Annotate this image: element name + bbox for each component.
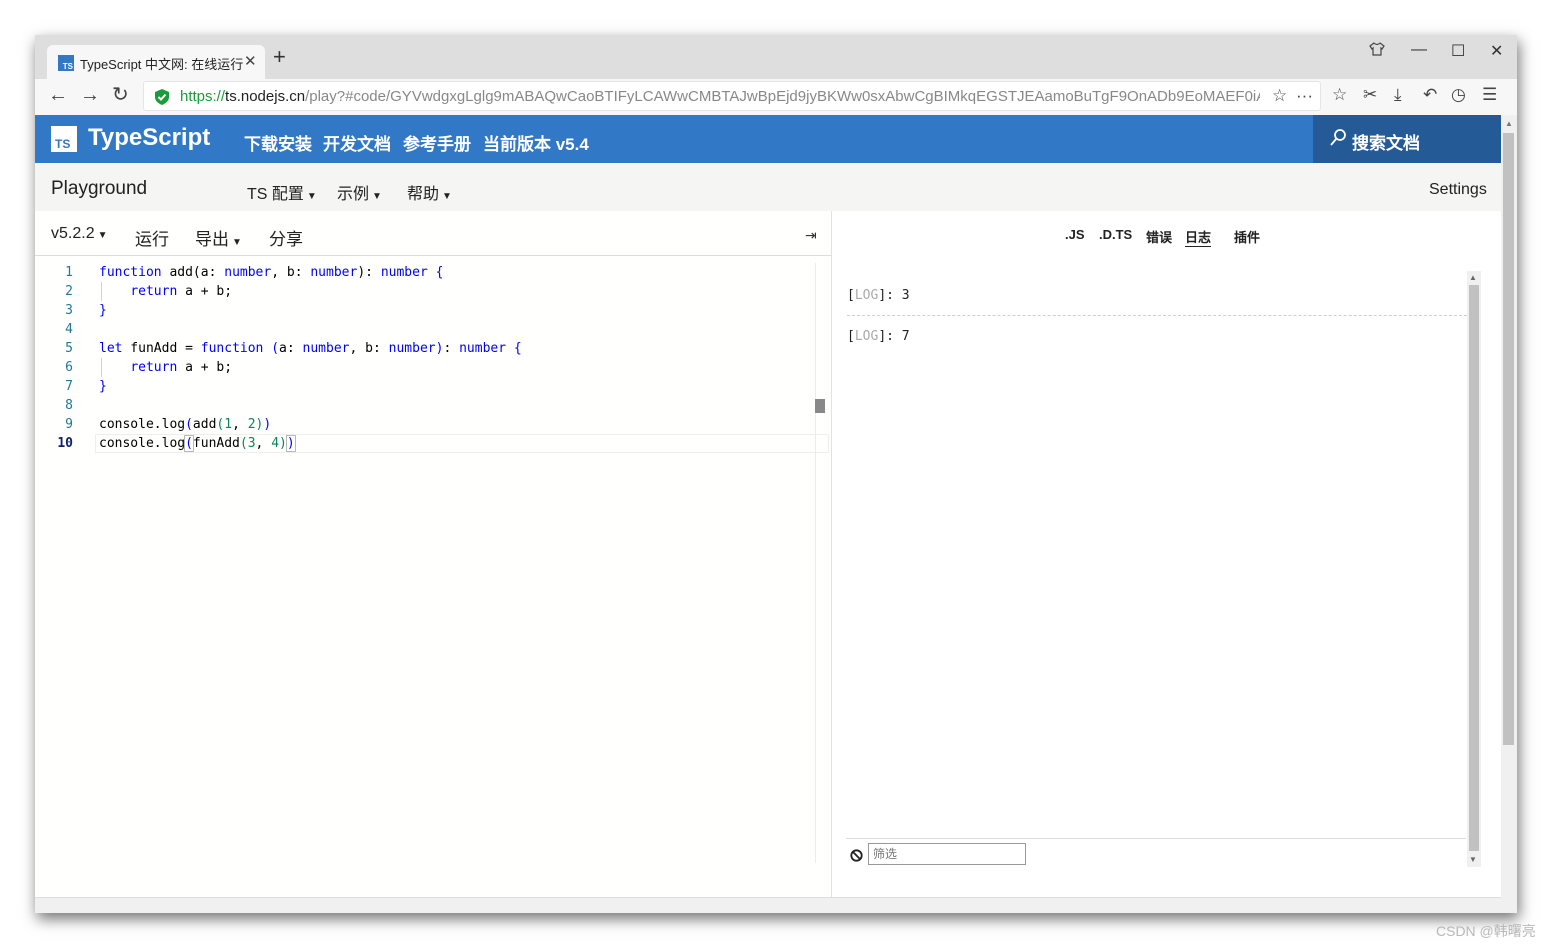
settings-link[interactable]: Settings: [1429, 181, 1487, 199]
nav-download[interactable]: 下载安装: [244, 130, 312, 155]
code-line: 5 let funAdd = function (a: number, b: nu…: [65, 341, 522, 356]
collapse-sidebar-icon[interactable]: ⇥: [805, 227, 817, 244]
help-menu[interactable]: 帮助 ▼: [407, 180, 452, 204]
code-line: 2 return a + b;: [65, 284, 233, 299]
log-separator: [847, 315, 1467, 316]
code-line: 6 return a + b;: [65, 360, 233, 375]
scroll-up-icon: ▲: [1469, 273, 1477, 282]
secure-shield-icon[interactable]: [154, 88, 170, 111]
output-pane: .JS .D.TS 错误 日志 插件 [LOG]: 3 [LOG]: 7 ▲ ▼: [832, 211, 1501, 913]
address-bar[interactable]: https://ts.nodejs.cn/play?#code/GYVwdgxg…: [143, 81, 1321, 111]
caret-down-icon: ▼: [372, 191, 382, 202]
bookmark-star-icon[interactable]: ☆: [1272, 86, 1287, 106]
navigation-bar: ← → ↻ https://ts.nodejs.cn/play?#code/GY…: [35, 79, 1517, 115]
search-icon: [1329, 128, 1347, 153]
ts-config-menu[interactable]: TS 配置 ▼: [247, 180, 317, 204]
caret-down-icon: ▼: [306, 191, 317, 202]
run-button[interactable]: 运行: [135, 225, 169, 250]
scrollbar-thumb: [1469, 285, 1479, 851]
scrollbar-thumb: [1503, 133, 1514, 745]
minimize-icon[interactable]: —: [1411, 41, 1427, 59]
new-tab-icon[interactable]: +: [273, 46, 286, 68]
code-line: 10 console.log(funAdd(3, 4)): [57, 435, 296, 452]
url-text[interactable]: https://ts.nodejs.cn/play?#code/GYVwdgxg…: [180, 88, 1260, 105]
menu-icon[interactable]: ☰: [1482, 85, 1497, 105]
search-label: 搜索文档: [1352, 134, 1420, 153]
maximize-icon[interactable]: ☐: [1451, 41, 1465, 61]
playground-title: Playground: [51, 178, 148, 199]
browser-tab[interactable]: TS TypeScript 中文网: 在线运行 ✕: [47, 45, 265, 79]
tab-plugins[interactable]: 插件: [1234, 227, 1260, 246]
typescript-favicon-icon: TS: [58, 55, 74, 71]
code-editor-pane: v5.2.2 ▼ 运行 导出 ▼ 分享 ⇥ 1 function add(a: num…: [35, 211, 832, 913]
code-line: 9 console.log(add(1, 2)): [65, 417, 272, 432]
ts-logo-icon[interactable]: TS: [51, 126, 77, 152]
editor-overview-ruler[interactable]: [815, 263, 830, 863]
reload-icon[interactable]: ↻: [112, 85, 129, 105]
back-icon[interactable]: ←: [48, 85, 68, 105]
share-button[interactable]: 分享: [269, 225, 303, 250]
scroll-up-icon: ▲: [1505, 119, 1513, 128]
shirt-skin-icon[interactable]: [1369, 41, 1385, 62]
code-line: 1 function add(a: number, b: number): num…: [65, 265, 444, 280]
scroll-down-icon: ▼: [1469, 855, 1477, 864]
playground-bar: Playground TS 配置 ▼ 示例 ▼ 帮助 ▼ Settings: [35, 163, 1501, 211]
download-icon[interactable]: ⤓: [1394, 85, 1402, 105]
site-brand[interactable]: TypeScript: [88, 124, 210, 152]
examples-menu[interactable]: 示例 ▼: [337, 180, 382, 204]
clear-logs-icon[interactable]: [850, 849, 863, 867]
caret-down-icon: ▼: [97, 230, 108, 241]
log-entry: [LOG]: 7: [847, 329, 910, 344]
page-horizontal-scrollbar[interactable]: [35, 897, 1501, 913]
more-options-icon[interactable]: ···: [1296, 86, 1313, 106]
overview-ruler-marker: [815, 399, 825, 413]
log-entry: [LOG]: 3: [847, 288, 910, 303]
nav-version[interactable]: 当前版本 v5.4: [483, 130, 589, 155]
export-menu[interactable]: 导出 ▼: [195, 225, 242, 250]
scissors-icon[interactable]: ✂: [1363, 85, 1377, 105]
caret-down-icon: ▼: [232, 237, 242, 248]
caret-down-icon: ▼: [442, 191, 452, 202]
tab-logs[interactable]: 日志: [1185, 227, 1212, 247]
search-docs-button[interactable]: 搜索文档: [1313, 115, 1501, 163]
code-line: 4: [65, 322, 73, 337]
tab-js[interactable]: .JS: [1065, 227, 1085, 242]
watermark-text: CSDN @韩曙亮: [1436, 923, 1536, 939]
tab-title: TypeScript 中文网: 在线运行: [80, 57, 244, 72]
tab-close-icon[interactable]: ✕: [244, 52, 257, 70]
code-line: 8: [65, 398, 73, 413]
code-line: 7}: [65, 379, 107, 394]
log-filter-input[interactable]: [868, 843, 1026, 865]
page-vertical-scrollbar[interactable]: ▲: [1501, 115, 1517, 913]
tab-dts[interactable]: .D.TS: [1099, 227, 1132, 242]
code-line: 3}: [65, 303, 107, 318]
forward-icon[interactable]: →: [80, 85, 100, 105]
favorites-list-icon[interactable]: ☆: [1332, 85, 1347, 105]
log-filter-row: [846, 838, 1466, 871]
undo-icon[interactable]: ↶: [1423, 85, 1437, 105]
output-scrollbar[interactable]: ▲ ▼: [1467, 271, 1481, 867]
browser-window: TS TypeScript 中文网: 在线运行 ✕ + — ☐ ✕ ← → ↻ …: [35, 35, 1517, 913]
site-header: TS TypeScript 下载安装 开发文档 参考手册 当前版本 v5.4 搜…: [35, 115, 1501, 163]
window-close-icon[interactable]: ✕: [1490, 41, 1503, 61]
web-page: TS TypeScript 下载安装 开发文档 参考手册 当前版本 v5.4 搜…: [35, 115, 1501, 913]
editor-toolbar: v5.2.2 ▼ 运行 导出 ▼ 分享 ⇥: [35, 211, 831, 256]
tab-bar: TS TypeScript 中文网: 在线运行 ✕ + — ☐ ✕: [35, 35, 1517, 79]
nav-handbook[interactable]: 参考手册: [403, 130, 471, 155]
nav-docs[interactable]: 开发文档: [323, 130, 391, 155]
tab-errors[interactable]: 错误: [1146, 227, 1172, 246]
version-select[interactable]: v5.2.2 ▼: [51, 225, 108, 243]
history-clock-icon[interactable]: ◷: [1451, 85, 1466, 105]
